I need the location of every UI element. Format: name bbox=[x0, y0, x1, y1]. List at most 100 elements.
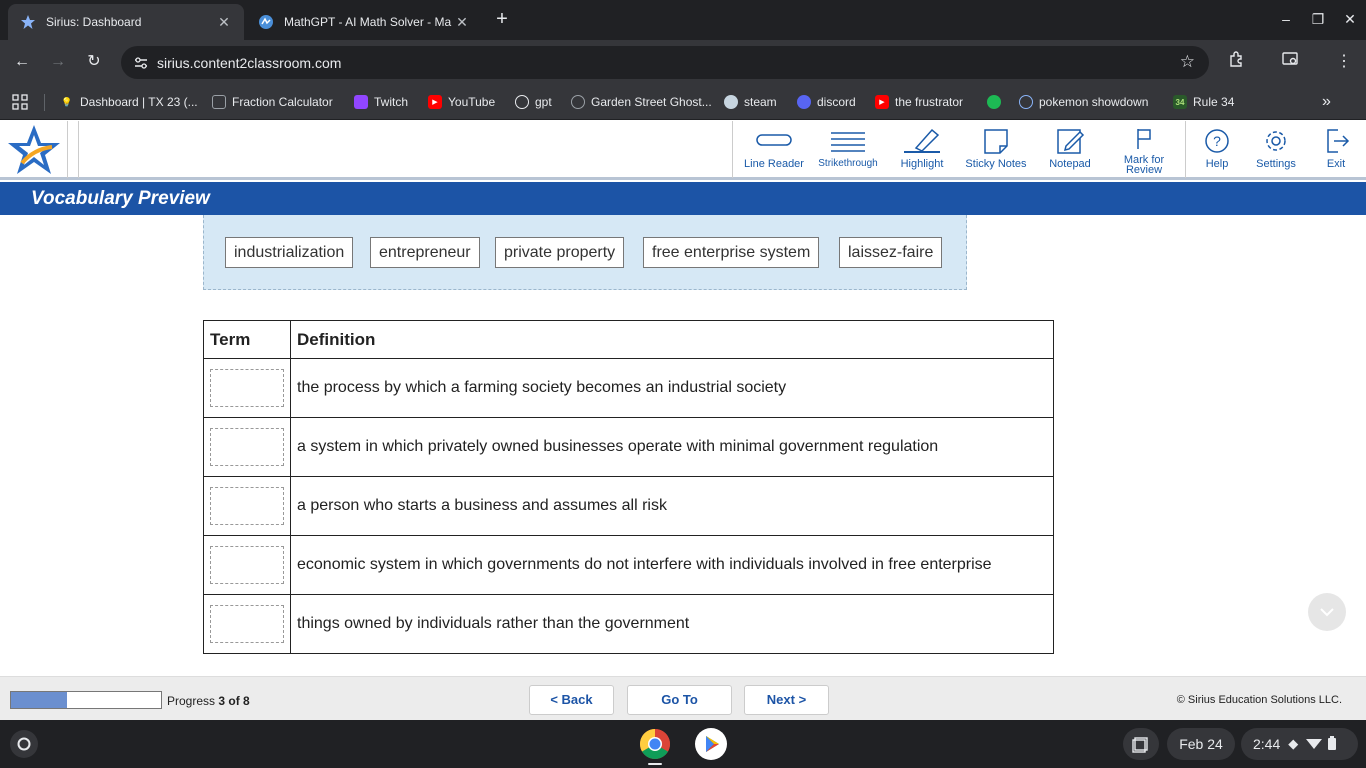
launcher-icon bbox=[17, 737, 31, 751]
apps-grid-icon[interactable] bbox=[12, 92, 28, 112]
strikethrough-button[interactable]: Strikethrough bbox=[811, 125, 885, 177]
extensions-icon[interactable] bbox=[1225, 50, 1249, 74]
settings-icon bbox=[1266, 131, 1286, 151]
word-tile-private-property[interactable]: private property bbox=[495, 237, 625, 268]
tab-sirius-dashboard[interactable]: Sirius: Dashboard ✕ bbox=[8, 4, 244, 40]
cast-icon[interactable] bbox=[1278, 50, 1302, 74]
site-info-icon[interactable] bbox=[133, 55, 149, 71]
launcher-button[interactable] bbox=[10, 730, 38, 758]
definition-cell: a system in which privately owned busine… bbox=[290, 417, 1054, 477]
term-drop-target[interactable] bbox=[210, 487, 284, 525]
progress-bar bbox=[10, 691, 162, 709]
help-icon: ? bbox=[1205, 129, 1229, 153]
term-drop-target[interactable] bbox=[210, 605, 284, 643]
word-tile-laissez-faire[interactable]: laissez-faire bbox=[839, 237, 943, 268]
tab-mathgpt[interactable]: MathGPT - AI Math Solver - Ma ✕ bbox=[246, 4, 482, 40]
term-cell bbox=[203, 476, 291, 536]
bookmark-pokemon-showdown[interactable]: pokemon showdown bbox=[1019, 92, 1148, 112]
notepad-button[interactable]: Notepad bbox=[1033, 125, 1107, 177]
highlight-button[interactable]: Highlight bbox=[885, 125, 959, 177]
section-title-bar: Vocabulary Preview bbox=[0, 182, 1366, 215]
address-bar[interactable]: sirius.content2classroom.com ☆ bbox=[121, 46, 1209, 79]
play-store-icon[interactable] bbox=[695, 728, 727, 760]
highlight-icon bbox=[904, 128, 940, 153]
date-tray[interactable]: Feb 24 bbox=[1167, 728, 1235, 760]
tab-close-icon[interactable]: ✕ bbox=[216, 14, 232, 31]
help-button[interactable]: ? Help bbox=[1190, 125, 1244, 177]
status-tray[interactable]: 2:44 ◆ bbox=[1241, 728, 1358, 760]
os-shelf: Feb 24 2:44 ◆ bbox=[0, 720, 1366, 768]
holding-space-icon bbox=[1132, 737, 1148, 753]
next-button[interactable]: Next > bbox=[744, 685, 829, 715]
table-row: a person who starts a business and assum… bbox=[203, 476, 1054, 536]
bookmarks-overflow-button[interactable]: » bbox=[1322, 92, 1331, 112]
forward-button[interactable]: → bbox=[46, 50, 70, 74]
column-header-definition: Definition bbox=[290, 320, 1054, 359]
wifi-icon bbox=[1306, 736, 1323, 752]
go-to-button[interactable]: Go To bbox=[627, 685, 732, 715]
bookmark-gpt[interactable]: gpt bbox=[515, 92, 552, 112]
sirius-logo bbox=[0, 121, 68, 178]
word-bank: industrialization entrepreneur private p… bbox=[203, 215, 967, 290]
globe-icon bbox=[571, 95, 585, 109]
bookmark-youtube[interactable]: ▶ YouTube bbox=[428, 92, 495, 112]
bookmark-dashboard[interactable]: 💡 Dashboard | TX 23 (... bbox=[60, 92, 197, 112]
exit-button[interactable]: Exit bbox=[1310, 125, 1362, 177]
word-tile-entrepreneur[interactable]: entrepreneur bbox=[370, 237, 480, 268]
bookmark-the-frustrator[interactable]: ▶ the frustrator bbox=[875, 92, 963, 112]
word-tile-free-enterprise-system[interactable]: free enterprise system bbox=[643, 237, 820, 268]
line-reader-icon bbox=[756, 134, 792, 146]
page-title: Vocabulary Preview bbox=[31, 188, 210, 209]
settings-button[interactable]: Settings bbox=[1248, 125, 1304, 177]
new-tab-button[interactable]: + bbox=[490, 8, 514, 32]
bookmark-garden-street[interactable]: Garden Street Ghost... bbox=[571, 92, 712, 112]
divider bbox=[1185, 121, 1186, 178]
clock-time: 2:44 bbox=[1253, 736, 1281, 752]
tab-close-icon[interactable]: ✕ bbox=[454, 14, 470, 31]
bookmark-spotify[interactable] bbox=[987, 92, 1007, 112]
bookmark-rule34[interactable]: 34 Rule 34 bbox=[1173, 92, 1234, 112]
active-app-indicator bbox=[648, 763, 662, 765]
term-drop-target[interactable] bbox=[210, 369, 284, 407]
bookmark-twitch[interactable]: Twitch bbox=[354, 92, 408, 112]
term-drop-target[interactable] bbox=[210, 546, 284, 584]
bookmark-discord[interactable]: discord bbox=[797, 92, 856, 112]
r34-icon: 34 bbox=[1173, 95, 1187, 109]
mathgpt-icon bbox=[258, 14, 274, 30]
term-drop-target[interactable] bbox=[210, 428, 284, 466]
menu-kebab-icon[interactable]: ⋮ bbox=[1332, 50, 1356, 74]
bookmark-fraction-calculator[interactable]: Fraction Calculator bbox=[212, 92, 333, 112]
spotify-icon bbox=[987, 95, 1001, 109]
bookmarks-bar: 💡 Dashboard | TX 23 (... Fraction Calcula… bbox=[0, 85, 1366, 120]
table-row: the process by which a farming society b… bbox=[203, 358, 1054, 418]
calculator-icon bbox=[212, 95, 226, 109]
footer-bar: Progress 3 of 8 < Back Go To Next > © Si… bbox=[0, 676, 1366, 720]
mark-for-review-button[interactable]: Mark for Review bbox=[1107, 125, 1181, 177]
table-row: economic system in which governments do … bbox=[203, 535, 1054, 595]
scroll-down-button[interactable] bbox=[1308, 593, 1346, 631]
minimize-button[interactable]: – bbox=[1274, 8, 1298, 32]
youtube-icon: ▶ bbox=[428, 95, 442, 109]
table-row: a system in which privately owned busine… bbox=[203, 417, 1054, 477]
holding-space-button[interactable] bbox=[1123, 728, 1159, 760]
sirius-star-icon bbox=[20, 14, 36, 30]
back-button[interactable]: ← bbox=[10, 50, 34, 74]
notepad-icon bbox=[1057, 129, 1085, 154]
discord-icon bbox=[797, 95, 811, 109]
browser-toolbar: ← → ↻ sirius.content2classroom.com ☆ ⋮ bbox=[0, 40, 1366, 85]
battery-icon bbox=[1328, 735, 1337, 753]
close-window-button[interactable]: ✕ bbox=[1338, 8, 1362, 32]
bulb-icon: 💡 bbox=[61, 96, 73, 107]
maximize-button[interactable]: ❐ bbox=[1306, 8, 1330, 32]
location-icon: ◆ bbox=[1288, 736, 1299, 751]
sticky-notes-button[interactable]: Sticky Notes bbox=[959, 125, 1033, 177]
chrome-icon[interactable] bbox=[639, 728, 671, 760]
openai-icon bbox=[515, 95, 529, 109]
word-tile-industrialization[interactable]: industrialization bbox=[225, 237, 354, 268]
back-button[interactable]: < Back bbox=[529, 685, 614, 715]
bookmark-steam[interactable]: steam bbox=[724, 92, 777, 112]
table-header-row: Term Definition bbox=[203, 320, 1054, 359]
line-reader-button[interactable]: Line Reader bbox=[737, 125, 811, 177]
reload-button[interactable]: ↻ bbox=[82, 50, 106, 74]
bookmark-star-icon[interactable]: ☆ bbox=[1180, 52, 1195, 72]
